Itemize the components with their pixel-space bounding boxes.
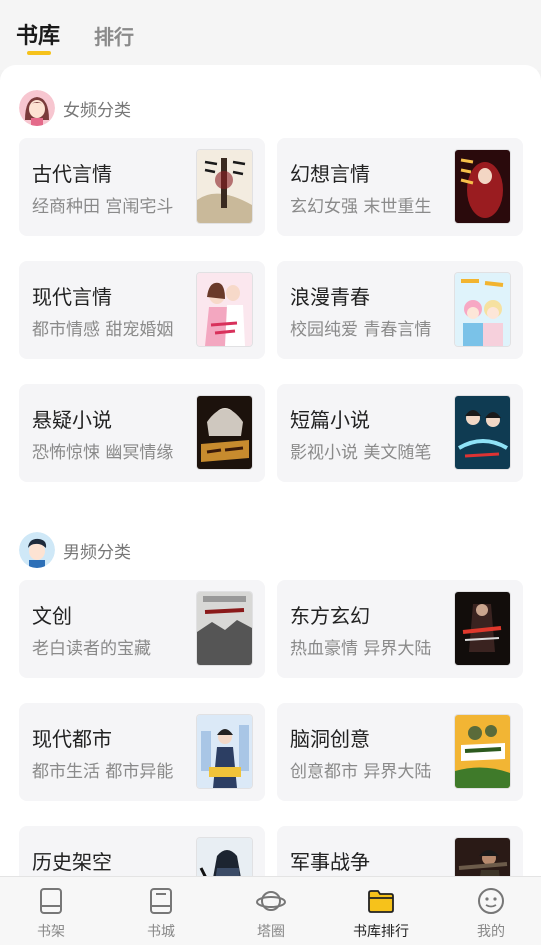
girl-avatar-icon xyxy=(19,90,55,126)
category-subtitle: 都市生活 都市异能 xyxy=(32,762,174,782)
category-card-military-war[interactable]: 军事战争 xyxy=(277,826,523,877)
category-title: 东方玄幻 xyxy=(290,604,370,628)
category-subtitle: 都市情感 甜宠婚姻 xyxy=(32,320,174,340)
category-title: 古代言情 xyxy=(32,162,112,186)
category-card-creative-ideas[interactable]: 脑洞创意 创意都市 异界大陆 xyxy=(277,703,523,801)
category-card-original-creative[interactable]: 文创 老白读者的宝藏 xyxy=(19,580,265,678)
category-subtitle: 热血豪情 异界大陆 xyxy=(290,639,432,659)
tab-ranking[interactable]: 排行 xyxy=(94,21,134,50)
female-section-header: 女频分类 xyxy=(19,90,131,126)
category-card-mystery-novel[interactable]: 悬疑小说 恐怖惊悚 幽冥情缘 xyxy=(19,384,265,482)
planet-icon xyxy=(256,886,286,916)
book-cover-image xyxy=(455,273,510,346)
male-section-header: 男频分类 xyxy=(19,532,131,568)
category-subtitle: 恐怖惊悚 幽冥情缘 xyxy=(32,443,174,463)
category-title: 文创 xyxy=(32,604,72,628)
book-cover-image xyxy=(197,396,252,469)
category-title: 历史架空 xyxy=(32,850,112,874)
category-card-fantasy-romance[interactable]: 幻想言情 玄幻女强 末世重生 xyxy=(277,138,523,236)
folder-icon xyxy=(366,886,396,916)
category-card-historical-fiction[interactable]: 历史架空 xyxy=(19,826,265,877)
bookshelf-icon xyxy=(36,886,66,916)
profile-face-icon xyxy=(476,886,506,916)
category-title: 现代都市 xyxy=(32,727,112,751)
nav-item-profile[interactable]: 我的 xyxy=(437,877,541,945)
book-cover-image xyxy=(197,150,252,223)
category-title: 脑洞创意 xyxy=(290,727,370,751)
tab-library[interactable]: 书库 xyxy=(16,18,60,50)
category-panel: 女频分类 古代言情 经商种田 宫闱宅斗 幻想言情 玄幻女强 末世重生 现代言情 … xyxy=(0,65,541,877)
nav-label: 书城 xyxy=(147,924,175,940)
category-title: 现代言情 xyxy=(32,285,112,309)
book-cover-image xyxy=(455,715,510,788)
nav-label: 书库排行 xyxy=(353,924,409,940)
category-title: 军事战争 xyxy=(290,850,370,874)
book-cover-image xyxy=(455,592,510,665)
category-subtitle: 校园纯爱 青春言情 xyxy=(290,320,432,340)
category-card-youth-romance[interactable]: 浪漫青春 校园纯爱 青春言情 xyxy=(277,261,523,359)
category-title: 悬疑小说 xyxy=(32,408,112,432)
bottom-navigation-bar: 书架 书城 塔圈 书库排行 我的 xyxy=(0,876,541,945)
book-cover-image xyxy=(455,838,510,877)
category-card-eastern-fantasy[interactable]: 东方玄幻 热血豪情 异界大陆 xyxy=(277,580,523,678)
book-cover-image xyxy=(197,838,252,877)
category-subtitle: 影视小说 美文随笔 xyxy=(290,443,432,463)
book-cover-image xyxy=(455,396,510,469)
nav-item-library-ranking[interactable]: 书库排行 xyxy=(327,877,435,945)
category-title: 幻想言情 xyxy=(290,162,370,186)
book-cover-image xyxy=(197,715,252,788)
book-cover-image xyxy=(197,273,252,346)
category-card-modern-romance[interactable]: 现代言情 都市情感 甜宠婚姻 xyxy=(19,261,265,359)
female-section-title: 女频分类 xyxy=(63,100,131,121)
nav-label: 书架 xyxy=(37,924,65,940)
boy-avatar-icon xyxy=(19,532,55,568)
top-tab-bar: 书库 排行 xyxy=(0,0,541,70)
category-card-ancient-romance[interactable]: 古代言情 经商种田 宫闱宅斗 xyxy=(19,138,265,236)
active-tab-indicator xyxy=(27,51,51,55)
book-cover-image xyxy=(455,150,510,223)
category-subtitle: 经商种田 宫闱宅斗 xyxy=(32,197,174,217)
book-cover-image xyxy=(197,592,252,665)
category-title: 浪漫青春 xyxy=(290,285,370,309)
category-title: 短篇小说 xyxy=(290,408,370,432)
category-card-short-stories[interactable]: 短篇小说 影视小说 美文随笔 xyxy=(277,384,523,482)
nav-label: 我的 xyxy=(477,924,505,940)
nav-item-bookshelf[interactable]: 书架 xyxy=(0,877,105,945)
bookstore-icon xyxy=(146,886,176,916)
category-card-modern-urban[interactable]: 现代都市 都市生活 都市异能 xyxy=(19,703,265,801)
category-subtitle: 老白读者的宝藏 xyxy=(32,639,151,659)
nav-label: 塔圈 xyxy=(257,924,285,940)
category-subtitle: 创意都市 异界大陆 xyxy=(290,762,432,782)
nav-item-bookstore[interactable]: 书城 xyxy=(107,877,215,945)
category-subtitle: 玄幻女强 末世重生 xyxy=(290,197,432,217)
nav-item-tower-circle[interactable]: 塔圈 xyxy=(217,877,325,945)
male-section-title: 男频分类 xyxy=(63,542,131,563)
